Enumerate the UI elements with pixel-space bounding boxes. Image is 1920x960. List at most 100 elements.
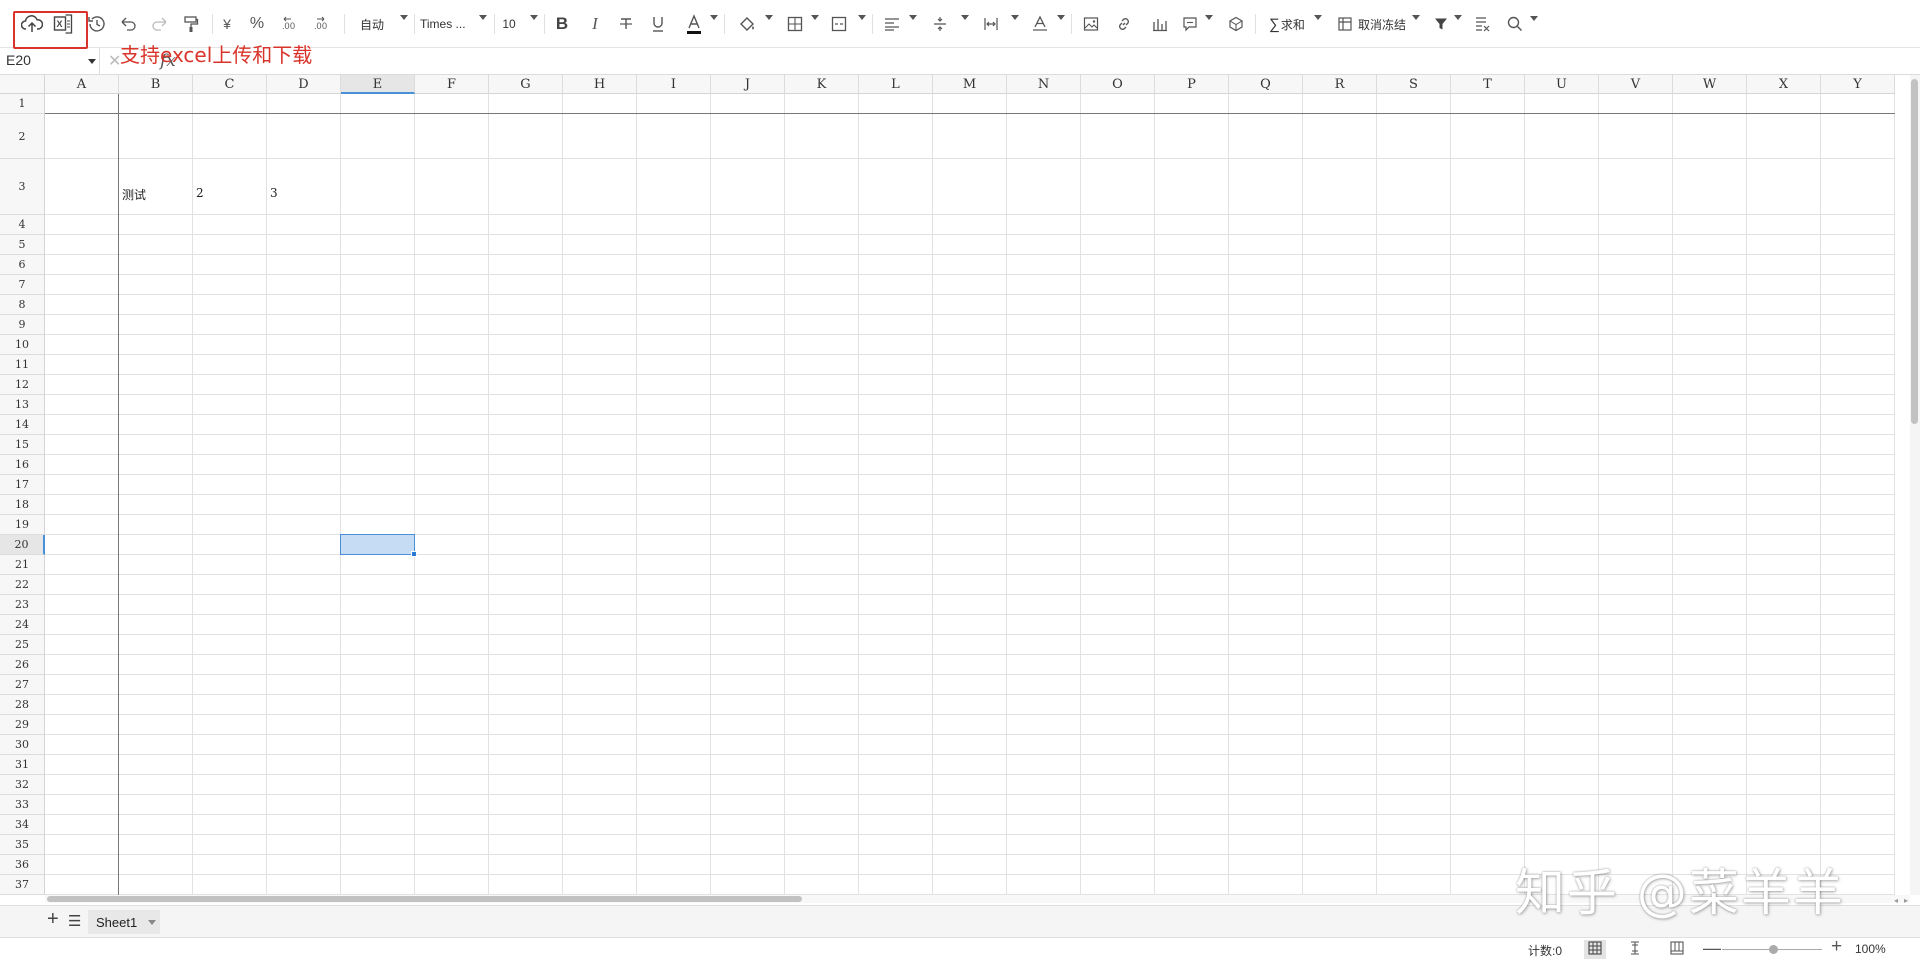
row-header-33[interactable]: 33 — [0, 795, 45, 815]
search-icon[interactable] — [1506, 10, 1524, 38]
row-header-30[interactable]: 30 — [0, 735, 45, 755]
row-header-23[interactable]: 23 — [0, 595, 45, 615]
name-box[interactable]: E20 — [0, 48, 100, 74]
comment-caret-icon[interactable] — [1205, 15, 1213, 20]
row-header-28[interactable]: 28 — [0, 695, 45, 715]
zoom-out-icon[interactable]: — — [1703, 938, 1721, 959]
number-format-select[interactable]: 自动 — [358, 10, 386, 38]
bold-icon[interactable]: B — [553, 10, 571, 38]
excel-export-icon[interactable]: X — [52, 10, 76, 38]
border-icon[interactable] — [786, 10, 804, 38]
column-header-r[interactable]: R — [1303, 75, 1377, 94]
column-header-i[interactable]: I — [637, 75, 711, 94]
row-header-18[interactable]: 18 — [0, 495, 45, 515]
column-header-q[interactable]: Q — [1229, 75, 1303, 94]
vertical-align-caret-icon[interactable] — [961, 15, 969, 20]
column-header-k[interactable]: K — [785, 75, 859, 94]
column-header-v[interactable]: V — [1599, 75, 1673, 94]
row-header-3[interactable]: 3 — [0, 159, 45, 215]
scroll-left-icon[interactable]: ◂ — [1894, 896, 1898, 905]
underline-icon[interactable] — [649, 10, 667, 38]
column-header-b[interactable]: B — [119, 75, 193, 94]
border-caret-icon[interactable] — [811, 15, 819, 20]
text-wrap-caret-icon[interactable] — [1011, 15, 1019, 20]
row-header-29[interactable]: 29 — [0, 715, 45, 735]
select-all-corner[interactable] — [0, 75, 45, 94]
freeze-caret-icon[interactable] — [1412, 15, 1420, 20]
column-header-y[interactable]: Y — [1821, 75, 1895, 94]
font-family-select[interactable]: Times ... — [420, 10, 470, 38]
zoom-in-icon[interactable]: + — [1831, 936, 1842, 958]
column-header-o[interactable]: O — [1081, 75, 1155, 94]
column-header-d[interactable]: D — [267, 75, 341, 94]
history-icon[interactable] — [86, 10, 108, 38]
column-header-g[interactable]: G — [489, 75, 563, 94]
row-header-24[interactable]: 24 — [0, 615, 45, 635]
font-size-select[interactable]: 10 — [501, 10, 517, 38]
cell-d3[interactable]: 3 — [270, 186, 278, 200]
autosum-button[interactable]: ∑ 求和 — [1264, 10, 1310, 38]
row-header-4[interactable]: 4 — [0, 215, 45, 235]
clear-format-icon[interactable] — [1474, 10, 1492, 38]
comment-icon[interactable] — [1181, 10, 1199, 38]
sheet-list-icon[interactable]: ☰ — [68, 912, 81, 930]
currency-icon[interactable]: ¥ — [220, 10, 234, 38]
column-header-m[interactable]: M — [933, 75, 1007, 94]
row-header-35[interactable]: 35 — [0, 835, 45, 855]
freeze-button[interactable]: 取消冻结 — [1335, 10, 1409, 38]
text-rotate-caret-icon[interactable] — [1057, 15, 1065, 20]
fill-color-caret-icon[interactable] — [765, 15, 773, 20]
merge-cells-caret-icon[interactable] — [858, 15, 866, 20]
column-header-u[interactable]: U — [1525, 75, 1599, 94]
cell-b3[interactable]: 测试 — [122, 186, 146, 203]
column-header-c[interactable]: C — [193, 75, 267, 94]
sheet-tab-caret-icon[interactable] — [148, 920, 156, 925]
increase-decimal-icon[interactable]: .0 0 — [312, 10, 334, 38]
horizontal-scrollbar-thumb[interactable] — [47, 896, 802, 902]
row-header-27[interactable]: 27 — [0, 675, 45, 695]
row-header-1[interactable]: 1 — [0, 94, 45, 114]
row-header-6[interactable]: 6 — [0, 255, 45, 275]
row-header-17[interactable]: 17 — [0, 475, 45, 495]
vertical-align-icon[interactable] — [932, 10, 948, 38]
row-header-10[interactable]: 10 — [0, 335, 45, 355]
align-caret-icon[interactable] — [909, 15, 917, 20]
row-header-22[interactable]: 22 — [0, 575, 45, 595]
row-header-9[interactable]: 9 — [0, 315, 45, 335]
filter-icon[interactable] — [1433, 10, 1449, 38]
row-header-34[interactable]: 34 — [0, 815, 45, 835]
row-header-13[interactable]: 13 — [0, 395, 45, 415]
column-header-l[interactable]: L — [859, 75, 933, 94]
selected-cell[interactable] — [340, 534, 415, 555]
column-header-n[interactable]: N — [1007, 75, 1081, 94]
add-sheet-icon[interactable]: + — [47, 908, 59, 931]
column-header-t[interactable]: T — [1451, 75, 1525, 94]
row-header-14[interactable]: 14 — [0, 415, 45, 435]
text-wrap-icon[interactable] — [982, 10, 1000, 38]
page-layout-view-icon[interactable] — [1670, 941, 1684, 958]
name-box-caret-icon[interactable] — [88, 59, 96, 64]
strikethrough-icon[interactable] — [617, 10, 635, 38]
spreadsheet-grid[interactable]: A B C D E F G H I J K L M N O P Q R S T U V W X Y 1 2 3 4 5 6 7 8 9 10 11 12… — [0, 75, 1910, 895]
insert-chart-icon[interactable] — [1151, 10, 1169, 38]
column-header-h[interactable]: H — [563, 75, 637, 94]
column-header-f[interactable]: F — [415, 75, 489, 94]
italic-icon[interactable]: I — [587, 10, 603, 38]
column-header-p[interactable]: P — [1155, 75, 1229, 94]
row-header-31[interactable]: 31 — [0, 755, 45, 775]
row-header-19[interactable]: 19 — [0, 515, 45, 535]
column-header-w[interactable]: W — [1673, 75, 1747, 94]
column-header-x[interactable]: X — [1747, 75, 1821, 94]
row-header-2[interactable]: 2 — [0, 114, 45, 159]
insert-image-icon[interactable] — [1082, 10, 1100, 38]
zoom-slider-handle[interactable] — [1769, 945, 1778, 954]
fill-color-icon[interactable] — [737, 10, 757, 38]
row-header-7[interactable]: 7 — [0, 275, 45, 295]
column-header-s[interactable]: S — [1377, 75, 1451, 94]
font-color-caret-icon[interactable] — [710, 15, 718, 20]
row-header-8[interactable]: 8 — [0, 295, 45, 315]
filter-caret-icon[interactable] — [1454, 15, 1462, 20]
row-header-20[interactable]: 20 — [0, 535, 45, 555]
text-rotate-icon[interactable] — [1031, 10, 1049, 38]
upload-cloud-icon[interactable] — [20, 10, 44, 38]
